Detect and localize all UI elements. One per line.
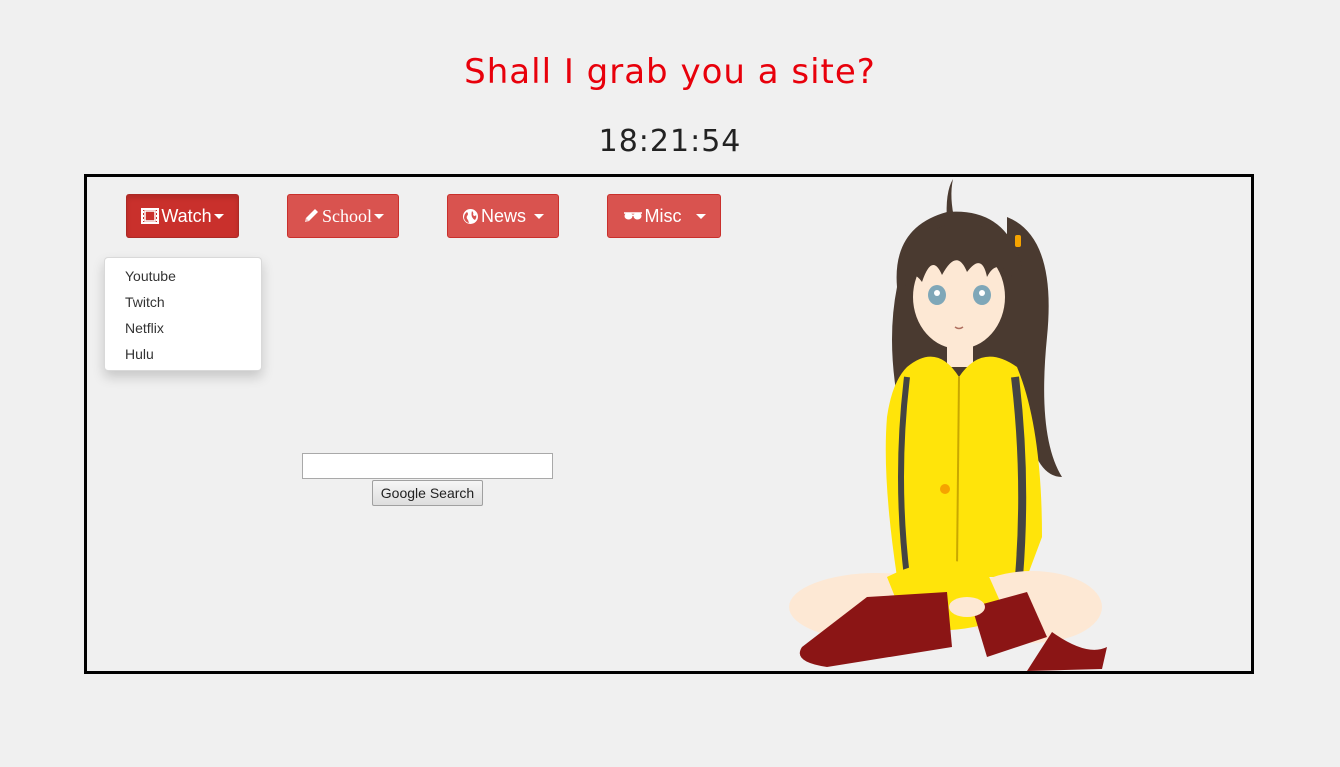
menu-item-youtube[interactable]: Youtube — [105, 263, 261, 289]
school-label: School — [321, 205, 372, 226]
pencil-icon — [302, 207, 320, 225]
news-label: News — [480, 205, 526, 226]
menu-item-twitch[interactable]: Twitch — [105, 289, 261, 315]
anime-girl-illustration — [789, 179, 1107, 671]
caret-down-icon — [374, 213, 384, 219]
caret-down-icon — [534, 213, 544, 219]
caret-down-icon — [213, 213, 224, 219]
main-frame: Watch School News Misc Youtube Twitch Ne… — [84, 174, 1254, 674]
watch-button[interactable]: Watch — [126, 194, 239, 238]
menu-item-hulu[interactable]: Hulu — [105, 341, 261, 367]
film-icon — [141, 208, 160, 224]
school-button[interactable]: School — [287, 194, 399, 238]
globe-icon — [462, 208, 479, 225]
google-search-button[interactable]: Google Search — [372, 480, 483, 506]
misc-label: Misc — [644, 205, 682, 226]
caret-down-icon — [695, 213, 706, 219]
page-title: Shall I grab you a site? — [464, 52, 876, 92]
menu-item-netflix[interactable]: Netflix — [105, 315, 261, 341]
search-input[interactable] — [302, 453, 553, 479]
sunglasses-icon — [623, 210, 643, 222]
clock: 18:21:54 — [598, 124, 742, 159]
news-button[interactable]: News — [447, 194, 559, 238]
watch-dropdown-menu: Youtube Twitch Netflix Hulu — [104, 257, 262, 371]
watch-label: Watch — [161, 205, 212, 226]
misc-button[interactable]: Misc — [607, 194, 721, 238]
